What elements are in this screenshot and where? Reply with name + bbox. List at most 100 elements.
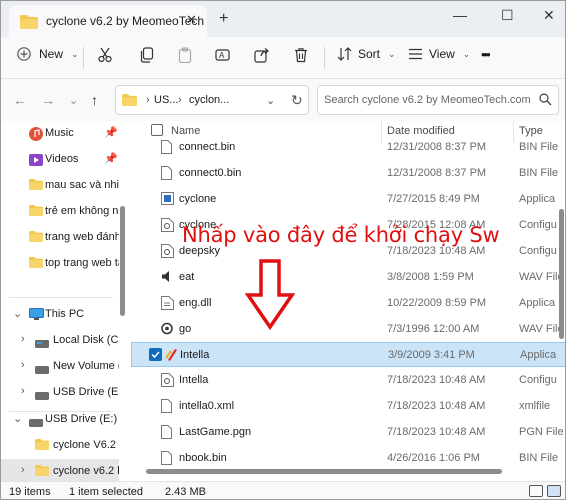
chevron-right-icon[interactable]: › [21,333,25,345]
file-type: BIN File [519,167,559,179]
svg-text:A: A [219,51,225,60]
file-type: xmlfile [519,400,551,412]
annotation-text: Nhấp vào đây để khởi chạy Sw [182,223,500,247]
sidebar-item-label: USB Drive (E:) [53,386,119,398]
list-item-selected[interactable]: Intella 3/9/2009 3:41 PM Applica [131,342,565,367]
folder-icon [35,439,49,453]
breadcrumb-usb[interactable]: US... [154,94,178,106]
sidebar-item-cyclone-folder[interactable]: cyclone V6.2 (1 [1,433,119,459]
file-icon [161,399,172,416]
copy-button[interactable] [139,47,155,63]
folder-icon [35,465,49,479]
minimize-button[interactable]: — [453,7,467,23]
search-input[interactable]: Search cyclone v6.2 by MeomeoTech.com [317,85,559,115]
file-type: PGN File [519,426,564,438]
file-type: Applica [519,297,556,309]
usb-icon [29,416,43,430]
recent-chevron-icon[interactable]: ⌄ [69,94,78,107]
file-date: 7/3/1996 12:00 AM [387,323,480,335]
list-item[interactable]: eat 3/8/2008 1:59 PM WAV File [131,265,565,290]
list-item[interactable]: go 7/3/1996 12:00 AM WAV File [131,317,565,342]
sidebar-item-cyclone-current[interactable]: › cyclone v6.2 by [1,459,119,481]
back-arrow-icon[interactable]: ← [13,92,27,108]
sidebar-item-label: trẻ em không nên [45,205,119,217]
sidebar-item-usb-drive-expanded[interactable]: ⌄ USB Drive (E:) [1,407,119,433]
file-icon [161,451,172,468]
sidebar-item-videos[interactable]: Videos 📌 [1,147,119,173]
divider [324,47,325,69]
tab-cyclone[interactable]: cyclone v6.2 by MeomeoTech ✕ [9,5,207,37]
title-bar: cyclone v6.2 by MeomeoTech ✕ + — ☐ ✕ [1,1,565,37]
sidebar-item-this-pc[interactable]: ⌄ This PC [1,302,119,328]
new-tab-button[interactable]: + [219,10,228,28]
sidebar-item-folder[interactable]: trẻ em không nên [1,199,119,225]
chevron-right-icon[interactable]: › [21,385,25,397]
chevron-down-icon[interactable]: ⌄ [13,307,22,320]
chevron-down-icon[interactable]: ⌄ [13,412,22,425]
address-bar[interactable]: › US... › cyclon... ⌄ [115,85,309,115]
share-icon [254,47,270,63]
chevron-down-icon: ⌄ [462,48,471,59]
more-options-button[interactable]: ••• [481,47,491,62]
view-button[interactable]: View ⌄ [408,47,470,61]
list-item[interactable]: connect0.bin 12/31/2008 8:37 PM BIN File [131,161,565,186]
file-icon [161,166,172,183]
folder-icon [122,94,137,109]
sidebar-item-label: Music [45,127,74,139]
sidebar-item-label: Local Disk (C:) [53,334,119,346]
list-item[interactable]: cyclone 7/27/2015 8:49 PM Applica [131,187,565,212]
status-bar: 19 items 1 item selected 2.43 MB [1,481,565,499]
new-button[interactable]: New ⌄ [17,47,79,61]
file-date: 3/9/2009 3:41 PM [388,349,475,361]
file-date: 7/18/2023 10:48 AM [387,426,486,438]
chevron-down-icon: ⌄ [388,48,396,59]
tab-title: cyclone v6.2 by MeomeoTech [46,14,205,28]
row-checkbox-checked[interactable] [149,348,162,361]
sidebar-item-usb-drive[interactable]: › USB Drive (E:) [1,380,119,406]
sidebar-item-folder[interactable]: mau sac và nhiet [1,173,119,199]
file-name: intella0.xml [179,400,235,412]
sidebar-item-folder[interactable]: trang web đánh [1,225,119,251]
close-tab-icon[interactable]: ✕ [186,12,197,28]
list-item[interactable]: nbook.bin 4/26/2016 1:06 PM BIN File [131,446,565,471]
plus-icon [17,47,31,61]
rename-button[interactable]: A [215,47,231,63]
details-view-icon[interactable] [529,485,543,497]
tiles-view-icon[interactable] [547,485,561,497]
sidebar-item-local-disk[interactable]: › Local Disk (C:) [1,328,119,354]
vertical-scrollbar[interactable] [559,209,564,339]
horizontal-scrollbar[interactable] [146,469,502,474]
up-arrow-icon[interactable]: ↑ [91,92,98,108]
paste-button[interactable] [177,47,193,63]
forward-arrow-icon[interactable]: → [41,92,55,108]
chevron-right-icon[interactable]: › [21,359,25,371]
list-item[interactable]: eng.dll 10/22/2009 8:59 PM Applica [131,291,565,316]
sidebar-scrollbar[interactable] [120,206,125,316]
cut-button[interactable] [97,47,113,63]
list-item[interactable]: connect.bin 12/31/2008 8:37 PM BIN File [131,135,565,160]
copy-icon [139,47,155,63]
file-date: 7/18/2023 10:48 AM [387,400,486,412]
sort-button[interactable]: Sort ⌄ [337,47,396,61]
sidebar-item-label: top trang web tả [45,257,119,269]
sidebar-item-folder[interactable]: top trang web tả [1,251,119,277]
sidebar-item-label: mau sac và nhiet [45,179,119,191]
refresh-icon[interactable]: ↻ [291,92,303,109]
sidebar-item-music[interactable]: Music 📌 [1,121,119,147]
file-type: Configu [519,374,557,386]
chevron-right-icon[interactable]: › [21,464,25,476]
down-arrow-annotation-icon [245,259,295,331]
delete-button[interactable] [293,47,309,63]
dll-icon [161,296,174,313]
share-button[interactable] [254,47,270,63]
breadcrumb-cyclone[interactable]: cyclon... [189,94,229,106]
sidebar-item-label: USB Drive (E:) [45,413,118,425]
list-item[interactable]: LastGame.pgn 7/18/2023 10:48 AM PGN File [131,420,565,445]
list-item[interactable]: Intella 7/18/2023 10:48 AM Configu [131,368,565,393]
close-window-button[interactable]: ✕ [543,7,555,24]
sidebar-item-new-volume[interactable]: › New Volume (D [1,354,119,380]
chevron-down-icon[interactable]: ⌄ [266,94,275,107]
drive-icon [35,337,49,351]
maximize-button[interactable]: ☐ [501,7,514,24]
list-item[interactable]: intella0.xml 7/18/2023 10:48 AM xmlfile [131,394,565,419]
